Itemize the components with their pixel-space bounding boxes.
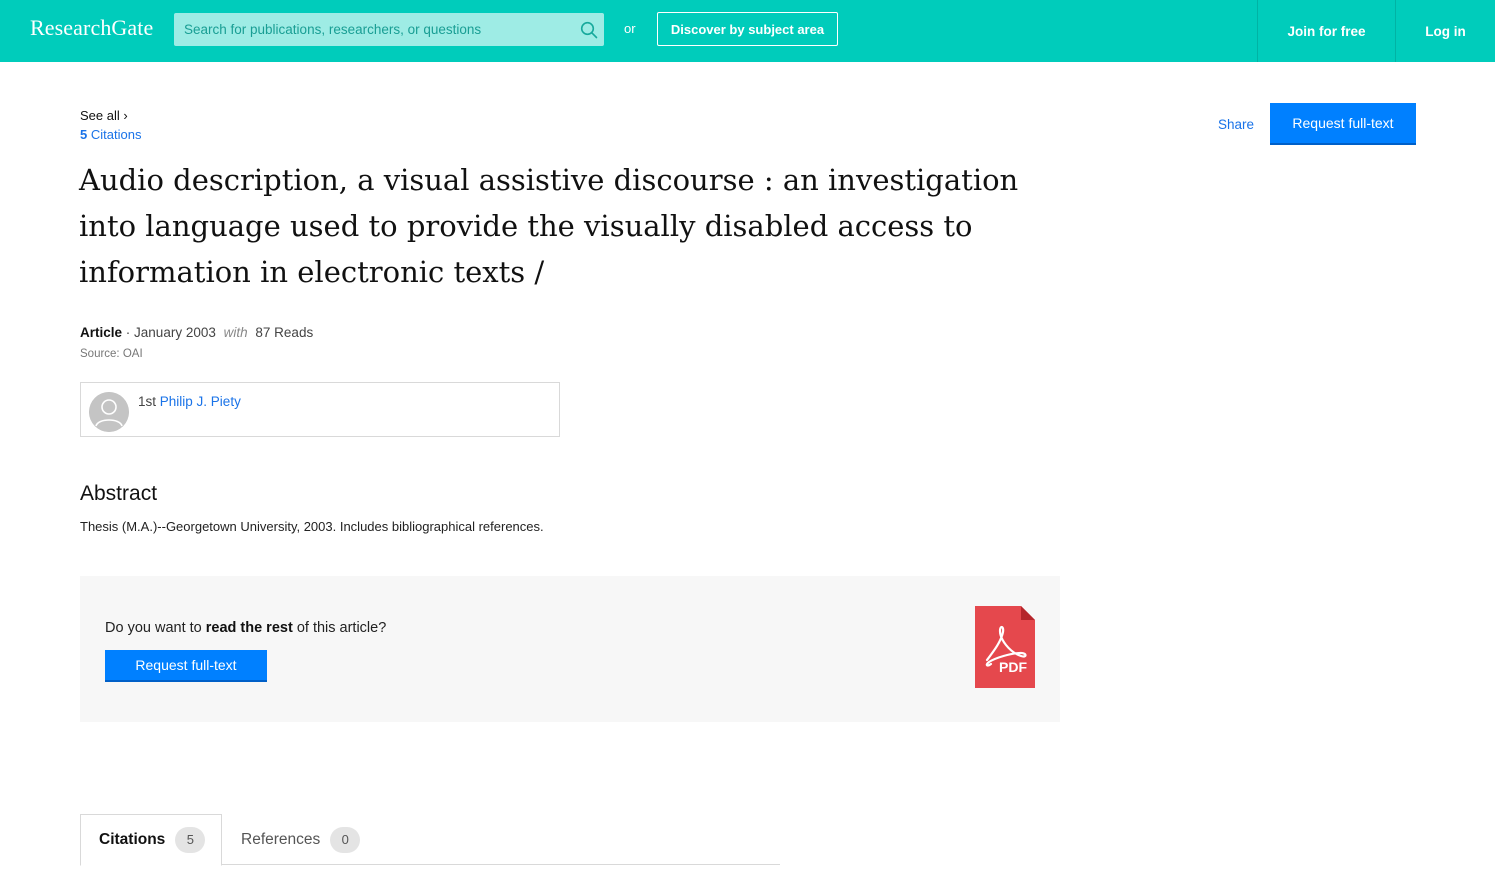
publication-title: Audio description, a visual assistive di…	[79, 163, 1019, 289]
request-full-text-button[interactable]: Request full-text	[1270, 103, 1416, 145]
reads-count: 87 Reads	[255, 325, 314, 340]
read-rest-question: Do you want to read the rest of this art…	[105, 620, 386, 636]
search-box[interactable]	[174, 13, 604, 46]
read-rest-suffix: of this article?	[292, 620, 387, 636]
citations-label: Citations	[90, 127, 142, 142]
search-icon[interactable]	[580, 21, 598, 39]
discover-by-subject-button[interactable]: Discover by subject area	[657, 12, 838, 46]
author-name-link[interactable]: Philip J. Piety	[160, 394, 241, 409]
tab-label: References	[241, 830, 321, 848]
publication-type[interactable]: Article	[80, 325, 122, 340]
researchgate-logo[interactable]: ResearchGate	[30, 15, 153, 41]
tab-citations[interactable]: Citations 5	[80, 814, 222, 866]
abstract-text: Thesis (M.A.)--Georgetown University, 20…	[80, 519, 544, 534]
see-all-link[interactable]: See all ›	[80, 108, 128, 123]
avatar[interactable]	[89, 392, 129, 432]
author-card: 1st Philip J. Piety	[80, 382, 560, 437]
log-in-button[interactable]: Log in	[1396, 0, 1495, 62]
citations-count-link[interactable]: 5 Citations	[80, 127, 141, 142]
tab-count-badge: 5	[175, 827, 206, 853]
user-placeholder-icon	[89, 392, 129, 432]
tab-count-badge: 0	[330, 826, 361, 853]
tab-references[interactable]: References 0	[241, 814, 361, 865]
request-full-text-panel-button[interactable]: Request full-text	[105, 650, 267, 682]
publication-source: Source: OAI	[80, 348, 143, 360]
publication-meta: Article · January 2003 with 87 Reads	[80, 325, 313, 340]
share-button[interactable]: Share	[1218, 117, 1254, 132]
top-navigation-bar: ResearchGate or Discover by subject area…	[0, 0, 1495, 62]
author-line: 1st Philip J. Piety	[138, 394, 241, 409]
author-position: 1st	[138, 394, 157, 409]
citations-count: 5	[80, 127, 88, 142]
read-rest-panel: Do you want to read the rest of this art…	[80, 576, 1060, 722]
citations-references-tabs: Citations 5 References 0	[80, 814, 780, 866]
read-rest-bold: read the rest	[205, 620, 293, 636]
read-rest-prefix: Do you want to	[105, 620, 206, 636]
pdf-file-icon: PDF	[975, 606, 1035, 688]
pdf-label: PDF	[999, 659, 1027, 675]
with-label: with	[223, 325, 248, 340]
or-separator: or	[624, 21, 636, 36]
abstract-heading: Abstract	[80, 482, 158, 505]
join-for-free-button[interactable]: Join for free	[1258, 0, 1395, 62]
publication-date: · January 2003	[125, 325, 216, 340]
search-input[interactable]	[174, 13, 569, 46]
tab-label: Citations	[99, 831, 166, 848]
